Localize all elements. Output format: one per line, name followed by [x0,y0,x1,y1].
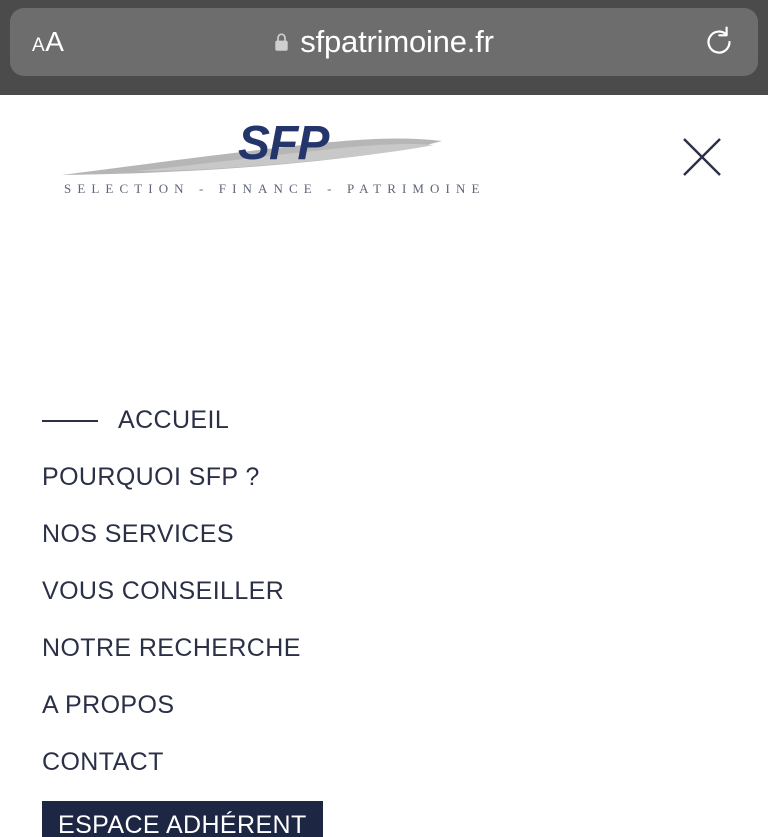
browser-chrome: AA sfpatrimoine.fr [0,0,768,95]
svg-text:SFP: SFP [238,117,330,170]
nav-item-label: POURQUOI SFP ? [42,463,260,491]
nav-item-accueil[interactable]: ACCUEIL [0,392,768,449]
nav-item-label: CONTACT [42,748,164,776]
nav-item-label: NOS SERVICES [42,520,234,548]
site-logo[interactable]: SFP SELECTION - FINANCE - PATRIMOINE [42,107,532,199]
active-indicator-dash [42,419,98,422]
text-size-large-a: A [45,26,65,57]
nav-item-notre-recherche[interactable]: NOTRE RECHERCHE [0,620,768,677]
main-navigation: ACCUEIL POURQUOI SFP ? NOS SERVICES VOUS… [0,392,768,837]
nav-item-label: VOUS CONSEILLER [42,577,285,605]
url-group[interactable]: sfpatrimoine.fr [274,24,494,60]
espace-adherent-label: ESPACE ADHÉRENT [58,811,307,837]
reload-icon[interactable] [702,25,736,59]
lock-icon [274,32,289,52]
nav-item-label: A PROPOS [42,691,175,719]
address-bar[interactable]: AA sfpatrimoine.fr [10,8,758,76]
nav-item-label: NOTRE RECHERCHE [42,634,301,662]
nav-item-a-propos[interactable]: A PROPOS [0,677,768,734]
page-content: SFP SELECTION - FINANCE - PATRIMOINE ACC… [0,95,768,837]
text-size-small-a: A [32,35,46,56]
nav-item-nos-services[interactable]: NOS SERVICES [0,506,768,563]
site-header: SFP SELECTION - FINANCE - PATRIMOINE [0,95,768,205]
close-icon[interactable] [677,132,727,182]
text-size-icon[interactable]: AA [32,28,64,56]
espace-adherent-button[interactable]: ESPACE ADHÉRENT [42,801,323,837]
url-text: sfpatrimoine.fr [300,24,494,59]
svg-text:SELECTION - FINANCE - PATR: SELECTION - FINANCE - PATRIMOINE [64,181,486,196]
nav-item-vous-conseiller[interactable]: VOUS CONSEILLER [0,563,768,620]
nav-item-pourquoi-sfp[interactable]: POURQUOI SFP ? [0,449,768,506]
nav-item-contact[interactable]: CONTACT [0,734,768,791]
nav-item-label: ACCUEIL [118,406,230,434]
